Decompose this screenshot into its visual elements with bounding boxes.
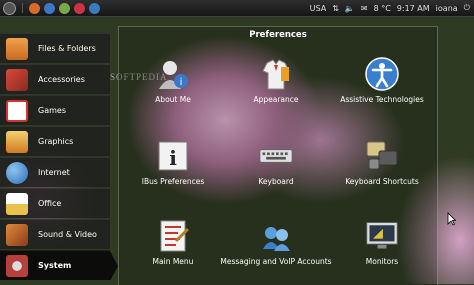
app-label: Monitors — [365, 257, 399, 266]
music-icon[interactable] — [74, 2, 85, 14]
app-label: IBus Preferences — [141, 177, 205, 186]
app-label: Appearance — [253, 95, 299, 104]
keyboard-layout-indicator[interactable]: USA — [310, 4, 327, 13]
speaker-icon[interactable]: 🔈 — [345, 4, 355, 13]
keyboard-icon — [259, 139, 293, 173]
app-about-me[interactable]: i About Me — [113, 57, 233, 104]
about-me-icon: i — [156, 57, 190, 91]
mouse-cursor-icon — [447, 212, 456, 226]
brush-icon — [6, 130, 28, 153]
app-label: Assistive Technologies — [340, 95, 424, 104]
ubuntu-logo-icon[interactable] — [3, 1, 16, 15]
preferences-panel: Preferences i About Me Appearance Assist… — [118, 26, 438, 285]
main-menu-icon — [156, 219, 190, 253]
app-appearance[interactable]: Appearance — [216, 57, 336, 104]
firefox-icon[interactable] — [29, 2, 40, 14]
accessibility-icon — [365, 57, 399, 91]
app-label: Keyboard — [258, 177, 294, 186]
evolution-icon[interactable] — [44, 2, 55, 14]
folder-icon — [6, 37, 28, 60]
category-label: Accessories — [38, 75, 85, 84]
category-label: System — [38, 261, 72, 270]
clock[interactable]: 9:17 AM — [397, 4, 430, 13]
category-accessories[interactable]: Accessories — [0, 64, 110, 94]
user-menu[interactable]: ioana — [436, 4, 458, 13]
top-panel: USA ⇅ 🔈 ✉ 8 °C 9:17 AM ioana ⏻ — [0, 0, 474, 17]
category-label: Internet — [38, 168, 70, 177]
category-graphics[interactable]: Graphics — [0, 126, 110, 156]
mail-icon[interactable]: ✉ — [361, 4, 368, 13]
power-icon[interactable]: ⏻ — [464, 3, 470, 13]
document-icon — [6, 192, 28, 215]
panel-separator — [22, 3, 23, 13]
category-internet[interactable]: Internet — [0, 157, 110, 187]
cards-icon — [6, 99, 28, 122]
panel-launchers — [0, 1, 100, 15]
panel-indicators: USA ⇅ 🔈 ✉ 8 °C 9:17 AM ioana ⏻ — [310, 3, 474, 13]
category-list: Files & Folders Accessories Games Graphi… — [0, 33, 118, 281]
app-messaging-voip[interactable]: Messaging and VoIP Accounts — [216, 219, 336, 266]
keyboard-shortcuts-icon — [365, 139, 399, 173]
system-icon — [6, 254, 28, 277]
category-label: Sound & Video — [38, 230, 97, 239]
category-system[interactable]: System — [0, 250, 118, 281]
category-games[interactable]: Games — [0, 95, 110, 125]
svg-text:i: i — [169, 146, 177, 170]
app-ibus-preferences[interactable]: i IBus Preferences — [113, 139, 233, 186]
media-icon — [6, 223, 28, 246]
app-monitors[interactable]: Monitors — [322, 219, 442, 266]
appearance-icon — [259, 57, 293, 91]
messaging-icon — [259, 219, 293, 253]
monitor-icon — [365, 219, 399, 253]
app-label: Messaging and VoIP Accounts — [220, 257, 332, 266]
app-keyboard[interactable]: Keyboard — [216, 139, 336, 186]
category-label: Files & Folders — [38, 44, 96, 53]
app-assistive-technologies[interactable]: Assistive Technologies — [322, 57, 442, 104]
svg-text:i: i — [180, 77, 183, 88]
category-label: Graphics — [38, 137, 74, 146]
app-label: About Me — [155, 95, 191, 104]
empathy-icon[interactable] — [59, 2, 70, 14]
panel-title: Preferences — [249, 30, 307, 40]
tools-icon — [6, 68, 28, 91]
category-files-folders[interactable]: Files & Folders — [0, 33, 110, 63]
category-label: Games — [38, 106, 66, 115]
app-main-menu[interactable]: Main Menu — [113, 219, 233, 266]
category-sound-video[interactable]: Sound & Video — [0, 219, 110, 249]
info-icon: i — [156, 139, 190, 173]
app-label: Keyboard Shortcuts — [345, 177, 419, 186]
app-keyboard-shortcuts[interactable]: Keyboard Shortcuts — [322, 139, 442, 186]
weather-indicator[interactable]: 8 °C — [374, 4, 391, 13]
app-label: Main Menu — [152, 257, 194, 266]
globe-icon — [6, 161, 28, 184]
category-office[interactable]: Office — [0, 188, 110, 218]
help-icon[interactable] — [89, 2, 100, 14]
network-icon[interactable]: ⇅ — [332, 4, 339, 13]
category-label: Office — [38, 199, 62, 208]
